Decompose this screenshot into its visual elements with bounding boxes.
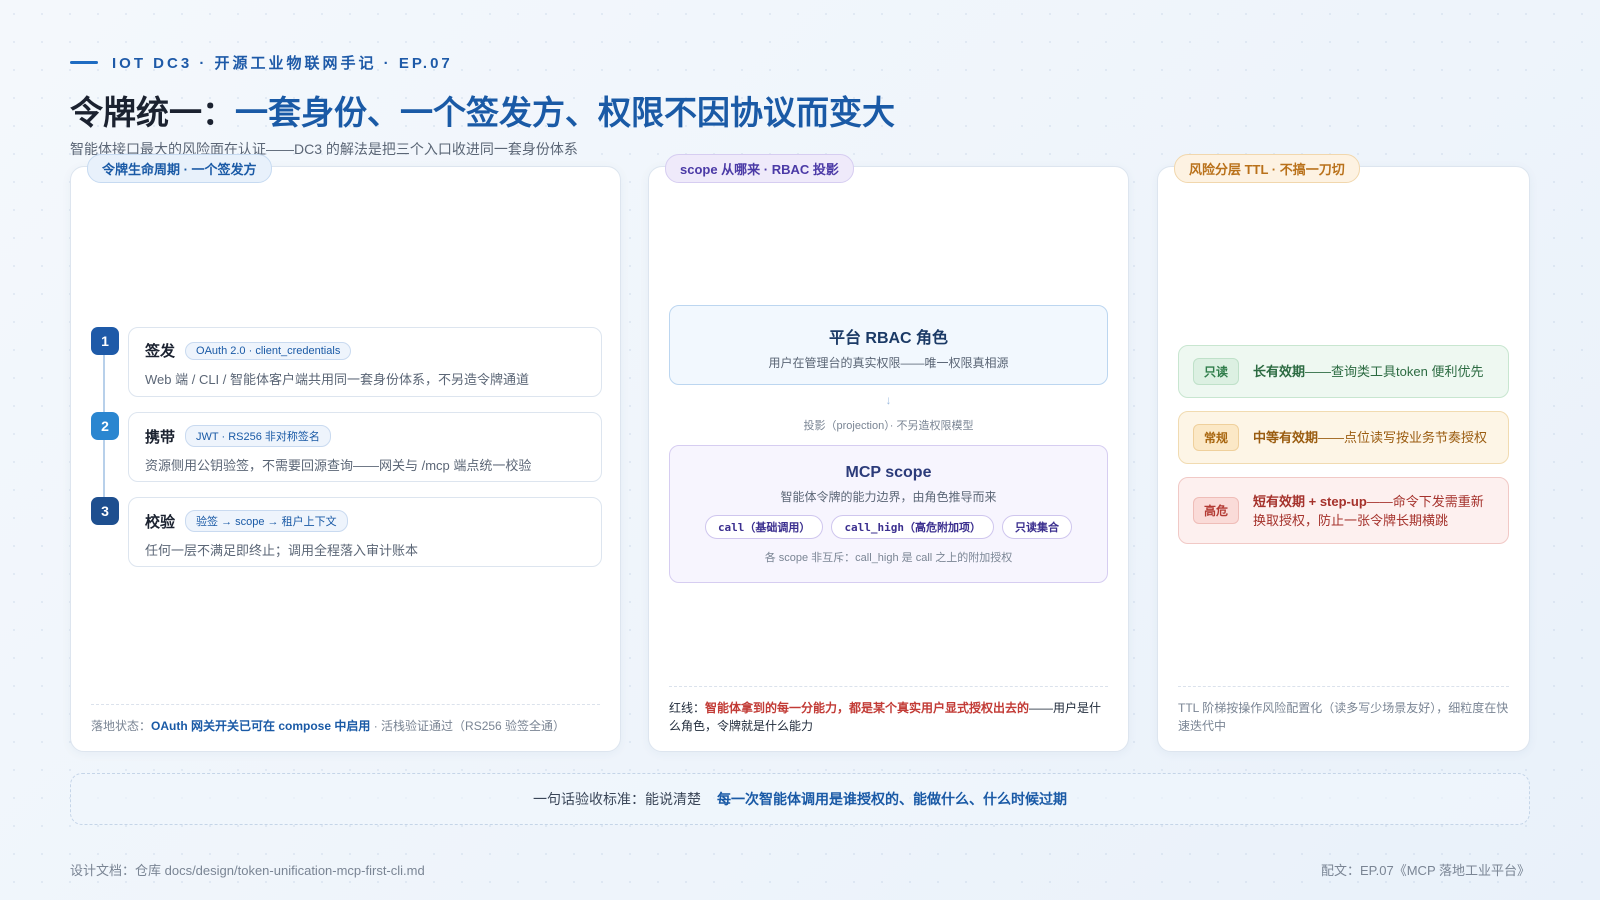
ttl-rest: ——查询类工具token 便利优先 <box>1305 364 1484 379</box>
kicker-text: IOT DC3 · 开源工业物联网手记 · EP.07 <box>112 55 453 72</box>
footnote-rest: · 活栈验证通过（RS256 验签全通） <box>370 719 566 733</box>
kicker: IOT DC3 · 开源工业物联网手记 · EP.07 <box>70 52 453 73</box>
slide: IOT DC3 · 开源工业物联网手记 · EP.07 令牌统一：一套身份、一个… <box>0 0 1600 900</box>
ttl-strong: 中等有效期 <box>1253 430 1319 445</box>
ttl-row-high-risk: 高危 短有效期 + step-up——命令下发需重新换取授权，防止一张令牌长期横… <box>1178 477 1509 544</box>
mcp-note: 各 scope 非互斥：call_high 是 call 之上的附加授权 <box>764 552 1013 564</box>
mcp-title: MCP scope <box>845 464 932 481</box>
step-chip: OAuth 2.0 · client_credentials <box>185 341 352 360</box>
scope-footnote: 红线：智能体拿到的每一分能力，都是某个真实用户显式授权出去的——用户是什么角色，… <box>669 686 1108 735</box>
rbac-title: 平台 RBAC 角色 <box>828 330 949 347</box>
projection-label: 投影（projection）· 不另造权限模型 <box>803 420 974 432</box>
ttl-strong: 长有效期 <box>1253 364 1306 379</box>
ttl-badge: 常规 <box>1193 424 1240 451</box>
footnote-strong: OAuth 网关开关已可在 compose 中启用 <box>151 719 371 733</box>
step-verify: 3 校验 验签 → scope → 租户上下文 任何一层不满足即终止；调用全程落… <box>91 497 602 570</box>
ttl-row-readonly: 只读 长有效期——查询类工具token 便利优先 <box>1178 345 1509 398</box>
ttl-badge: 只读 <box>1193 358 1240 385</box>
step-title: 签发 <box>145 343 176 360</box>
step-title: 携带 <box>145 428 176 446</box>
step-chip: JWT · RS256 非对称签名 <box>185 425 331 447</box>
footnote-label: 红线： <box>669 701 706 715</box>
scope-card: scope 从哪来 · RBAC 投影 平台 RBAC 角色 用户在管理台的真实… <box>648 154 1129 752</box>
step-box: 签发 OAuth 2.0 · client_credentials Web 端 … <box>128 327 602 397</box>
step-number: 2 <box>91 412 119 440</box>
page-title: 令牌统一：一套身份、一个签发方、权限不因协议而变大 <box>70 86 895 134</box>
step-carry: 2 携带 JWT · RS256 非对称签名 资源侧用公钥验签，不需要回源查询—… <box>91 412 602 485</box>
footnote-label: 落地状态： <box>91 719 152 733</box>
step-number: 3 <box>91 497 119 525</box>
step-number: 1 <box>91 327 119 355</box>
step-box: 携带 JWT · RS256 非对称签名 资源侧用公钥验签，不需要回源查询——网… <box>128 412 602 482</box>
footnote-strong: 智能体拿到的每一分能力，都是某个真实用户显式授权出去的 <box>705 701 1030 715</box>
lifecycle-card: 令牌生命周期 · 一个签发方 1 签发 OAuth 2.0 · client_c… <box>70 154 621 752</box>
footer-caption: 配文：EP.07《MCP 落地工业平台》 <box>1320 863 1530 878</box>
step-title: 校验 <box>145 513 176 531</box>
arrow-down-icon: ↓ <box>885 393 892 407</box>
title-prefix: 令牌统一： <box>70 94 235 131</box>
step-box: 校验 验签 → scope → 租户上下文 任何一层不满足即终止；调用全程落入审… <box>128 497 602 567</box>
mcp-scope-box: MCP scope 智能体令牌的能力边界，由角色推导而来 call（基础调用） … <box>669 445 1108 583</box>
acceptance-banner: 一句话验收标准：能说清楚 每一次智能体调用是谁授权的、能做什么、什么时候过期 <box>70 773 1530 825</box>
scope-chip-readonly: 只读集合 <box>1002 515 1073 539</box>
ttl-text: 短有效期 + step-up——命令下发需重新换取授权，防止一张令牌长期横跳 <box>1253 492 1494 530</box>
acceptance-value: 每一次智能体调用是谁授权的、能做什么、什么时候过期 <box>717 791 1067 807</box>
ttl-row-normal: 常规 中等有效期——点位读写按业务节奏授权 <box>1178 411 1509 464</box>
kicker-bar <box>70 61 98 64</box>
scope-tag: scope 从哪来 · RBAC 投影 <box>665 154 854 183</box>
scope-chip-call-high: call_high（高危附加项） <box>831 515 995 539</box>
step-chip: 验签 → scope → 租户上下文 <box>185 510 348 532</box>
scope-chips: call（基础调用） call_high（高危附加项） 只读集合 <box>670 515 1107 539</box>
lifecycle-footnote: 落地状态：OAuth 网关开关已可在 compose 中启用 · 活栈验证通过（… <box>91 704 600 735</box>
ttl-card: 风险分层 TTL · 不搞一刀切 只读 长有效期——查询类工具token 便利优… <box>1157 154 1530 752</box>
ttl-text: 中等有效期——点位读写按业务节奏授权 <box>1253 428 1487 447</box>
title-highlight: 一套身份、一个签发方、权限不因协议而变大 <box>235 94 895 131</box>
lifecycle-steps: 1 签发 OAuth 2.0 · client_credentials Web … <box>91 327 602 582</box>
ttl-rest: ——点位读写按业务节奏授权 <box>1318 430 1488 445</box>
rbac-desc: 用户在管理台的真实权限——唯一权限真相源 <box>768 356 1009 370</box>
lifecycle-tag: 令牌生命周期 · 一个签发方 <box>87 154 272 183</box>
scope-chip-call: call（基础调用） <box>704 515 824 539</box>
step-issue: 1 签发 OAuth 2.0 · client_credentials Web … <box>91 327 602 400</box>
rbac-box: 平台 RBAC 角色 用户在管理台的真实权限——唯一权限真相源 <box>669 305 1108 385</box>
step-desc: Web 端 / CLI / 智能体客户端共用同一套身份体系，不另造令牌通道 <box>145 372 530 387</box>
ttl-tag: 风险分层 TTL · 不搞一刀切 <box>1174 154 1360 183</box>
footer-doc-path: 设计文档：仓库 docs/design/token-unification-mc… <box>70 863 425 878</box>
ttl-badge: 高危 <box>1193 497 1240 524</box>
ttl-strong: 短有效期 + step-up <box>1253 493 1367 509</box>
ttl-footnote: TTL 阶梯按操作风险配置化（读多写少场景友好），细粒度在快速迭代中 <box>1178 686 1509 735</box>
mcp-desc: 智能体令牌的能力边界，由角色推导而来 <box>780 490 997 504</box>
ttl-text: 长有效期——查询类工具token 便利优先 <box>1253 362 1483 381</box>
acceptance-label: 一句话验收标准：能说清楚 <box>533 791 701 807</box>
step-desc: 任何一层不满足即终止；调用全程落入审计账本 <box>145 543 419 558</box>
step-desc: 资源侧用公钥验签，不需要回源查询——网关与 /mcp 端点统一校验 <box>145 458 532 473</box>
